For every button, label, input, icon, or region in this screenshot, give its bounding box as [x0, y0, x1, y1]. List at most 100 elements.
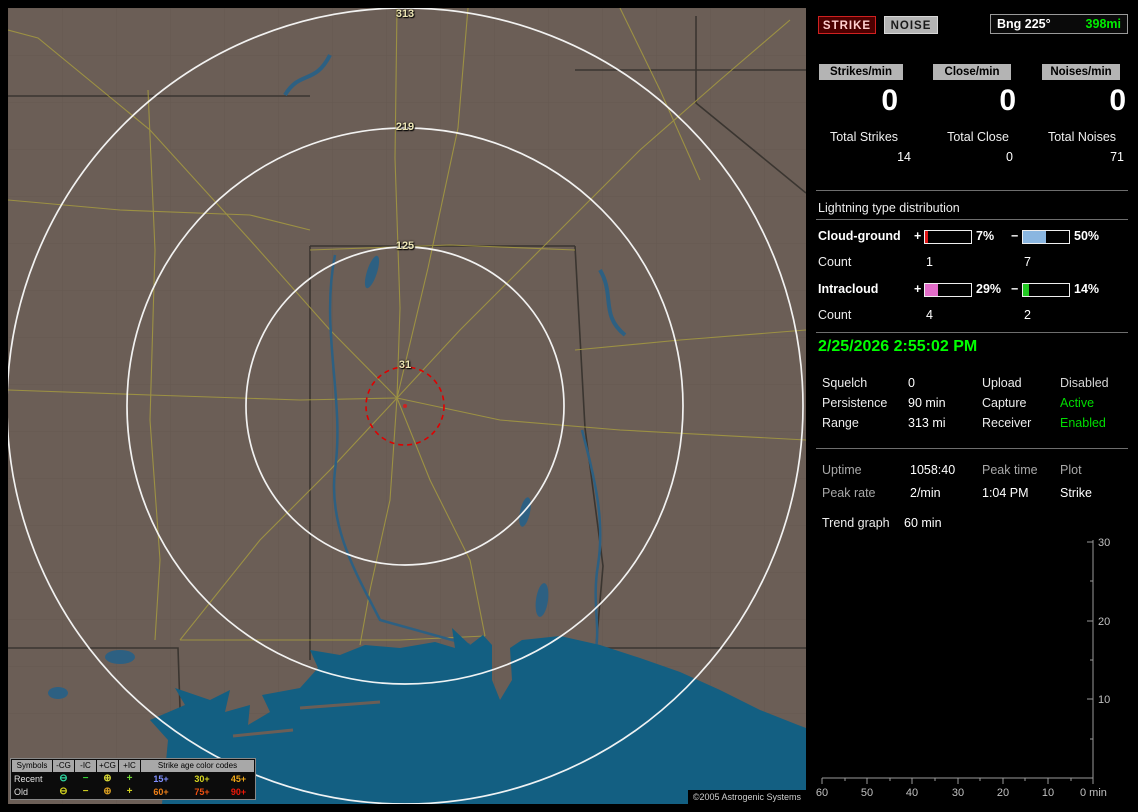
- ic-minus-bar-fill: [1023, 284, 1030, 296]
- cg-minus-bar-fill: [1023, 231, 1046, 243]
- total-noises-label: Total Noises: [1047, 130, 1117, 144]
- current-timestamp: 2/25/2026 2:55:02 PM: [818, 338, 978, 355]
- total-strikes-value: 14: [897, 150, 911, 164]
- total-close-label: Total Close: [947, 130, 1009, 144]
- x-tick-20: 20: [997, 787, 1009, 799]
- peak-time-label: Peak time: [982, 463, 1038, 477]
- ic-plus-bar: [924, 283, 972, 297]
- upload-label: Upload: [982, 376, 1022, 390]
- plot-value: Strike: [1060, 486, 1092, 500]
- x-tick-30: 30: [952, 787, 964, 799]
- bearing-label: Bng 225°: [997, 17, 1051, 31]
- age-30: 30+: [194, 774, 210, 784]
- ic-count-label: Count: [818, 308, 852, 322]
- station-marker: [403, 404, 407, 408]
- noises-per-min-header: Noises/min: [1042, 64, 1120, 80]
- legend-row-old-label: Old: [14, 787, 29, 797]
- persistence-value: 90 min: [908, 396, 946, 410]
- divider: [816, 332, 1128, 333]
- intracloud-label: Intracloud: [818, 282, 879, 296]
- control-panel: STRIKE NOISE Bng 225° 398mi Strikes/min …: [814, 8, 1130, 804]
- trend-axes: [821, 540, 1094, 784]
- noises-rate-value: 0: [1109, 84, 1126, 117]
- receiver-label: Receiver: [982, 416, 1032, 430]
- total-close-value: 0: [1006, 150, 1013, 164]
- minus-sign: −: [1011, 282, 1019, 296]
- age-75: 75+: [194, 787, 210, 797]
- cg-plus-bar-fill: [925, 231, 929, 243]
- trend-graph-value: 60 min: [904, 516, 942, 530]
- old-pcg-icon: ⊕: [103, 786, 112, 797]
- strike-button[interactable]: STRIKE: [818, 16, 876, 34]
- age-90: 90+: [230, 787, 247, 797]
- recent-pic-icon: +: [126, 773, 133, 784]
- ring-label-313: 313: [395, 8, 415, 20]
- x-tick-40: 40: [906, 787, 918, 799]
- age-15: 15+: [153, 774, 169, 784]
- divider: [816, 219, 1128, 220]
- y-tick-30: 30: [1098, 537, 1110, 549]
- total-noises-value: 71: [1110, 150, 1124, 164]
- cg-plus-bar: [924, 230, 972, 244]
- recent-nic-icon: −: [82, 773, 89, 784]
- ring-label-125: 125: [395, 240, 415, 252]
- peak-rate-value: 2/min: [910, 486, 941, 500]
- squelch-label: Squelch: [822, 376, 868, 390]
- cg-plus-count: 1: [926, 255, 933, 269]
- recent-ncg-icon: ⊖: [59, 773, 68, 784]
- peak-time-value: 1:04 PM: [982, 486, 1029, 500]
- close-rate-value: 0: [999, 84, 1016, 117]
- y-tick-20: 20: [1098, 616, 1110, 628]
- persistence-label: Persistence: [822, 396, 888, 410]
- noise-button[interactable]: NOISE: [884, 16, 938, 34]
- bearing-value: 398mi: [1085, 17, 1121, 31]
- trend-chart: 30 20 10 60 50 40 30 20 10 0 min: [816, 537, 1110, 799]
- receiver-status: Enabled: [1060, 416, 1106, 430]
- ring-label-31: 31: [398, 359, 412, 371]
- upload-status: Disabled: [1060, 376, 1109, 390]
- cg-minus-bar: [1022, 230, 1070, 244]
- distribution-title: Lightning type distribution: [818, 201, 960, 215]
- ring-label-219: 219: [395, 121, 415, 133]
- cg-minus-pct: 50%: [1074, 229, 1100, 243]
- divider: [816, 448, 1128, 449]
- capture-status: Active: [1060, 396, 1095, 410]
- cg-minus-count: 7: [1024, 255, 1031, 269]
- peak-rate-label: Peak rate: [822, 486, 876, 500]
- cg-count-label: Count: [818, 255, 852, 269]
- old-pic-icon: +: [126, 786, 133, 797]
- minus-sign: −: [1011, 229, 1019, 243]
- trend-tick-labels: 30 20 10 60 50 40 30 20 10 0 min: [816, 537, 1110, 799]
- close-per-min-header: Close/min: [933, 64, 1011, 80]
- age-45: 45+: [230, 774, 247, 784]
- old-ncg-icon: ⊖: [59, 786, 68, 797]
- ic-minus-pct: 14%: [1074, 282, 1100, 296]
- ic-plus-pct: 29%: [976, 282, 1002, 296]
- divider: [816, 190, 1128, 191]
- legend-header-ncg: -CG: [53, 760, 74, 772]
- range-label: Range: [822, 416, 859, 430]
- radar-map[interactable]: 313 219 125 31 Symbols -CG -IC +CG +IC S…: [8, 8, 806, 804]
- legend-row-recent-label: Recent: [14, 774, 43, 784]
- ic-minus-count: 2: [1024, 308, 1031, 322]
- trend-graph-label: Trend graph: [822, 516, 890, 530]
- ic-minus-bar: [1022, 283, 1070, 297]
- plus-sign: +: [914, 229, 922, 243]
- bearing-readout: Bng 225° 398mi: [990, 14, 1128, 34]
- cg-plus-pct: 7%: [976, 229, 995, 243]
- total-strikes-label: Total Strikes: [829, 130, 899, 144]
- strikes-rate-value: 0: [881, 84, 898, 117]
- strikes-per-min-header: Strikes/min: [819, 64, 903, 80]
- legend-header-pic: +IC: [119, 760, 140, 772]
- x-tick-60: 60: [816, 787, 828, 799]
- x-tick-10: 10: [1042, 787, 1054, 799]
- legend-header-nic: -IC: [75, 760, 96, 772]
- plot-label: Plot: [1060, 463, 1082, 477]
- ic-plus-count: 4: [926, 308, 933, 322]
- x-tick-50: 50: [861, 787, 873, 799]
- uptime-value: 1058:40: [910, 463, 956, 477]
- symbol-legend: Symbols -CG -IC +CG +IC Strike age color…: [10, 758, 256, 800]
- x-tick-0min: 0 min: [1080, 787, 1107, 799]
- legend-header-pcg: +CG: [97, 760, 118, 772]
- capture-label: Capture: [982, 396, 1027, 410]
